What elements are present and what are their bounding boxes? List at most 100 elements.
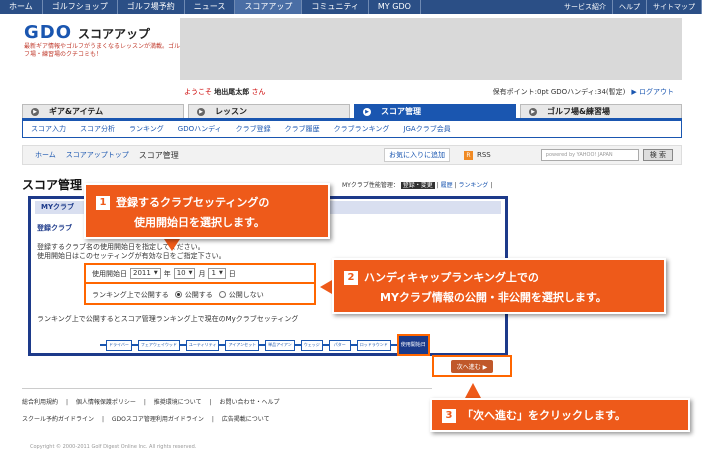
step-iron-set: アイアンセット bbox=[225, 339, 260, 351]
tab-label: ギア&アイテム bbox=[49, 107, 104, 116]
site-tagline: 最新ギア情報やゴルフがうまくなるレッスンが満載。ゴルフ場・練習場のクチコミも！ bbox=[24, 43, 181, 58]
breadcrumb-bar: ホーム スコアアップトップ スコア管理 お気に入りに追加 R RSS powere… bbox=[22, 145, 682, 165]
private-radio[interactable] bbox=[218, 291, 226, 298]
footer-row-2: スクール予約ガイドライン | GDOスコア管理利用ガイドライン | 広告掲載につ… bbox=[22, 414, 432, 423]
footer-privacy[interactable]: 個人情報保護ポリシー bbox=[76, 399, 136, 406]
logout-link[interactable]: ▶ ログアウト bbox=[631, 88, 674, 96]
nav-golf-shop[interactable]: ゴルフショップ bbox=[43, 0, 118, 14]
next-button[interactable]: 次へ進む ▶ bbox=[450, 359, 494, 373]
callout-3-pointer bbox=[465, 383, 481, 398]
footer-school-guide[interactable]: スクール予約ガイドライン bbox=[22, 416, 94, 423]
step-rod-round: ロッドラウンド bbox=[356, 339, 391, 351]
footer-contact[interactable]: お問い合わせ・ヘルプ bbox=[219, 399, 279, 406]
settings-form: 使用開始日 2011 ▼ 年 10 ▼ 月 1 ▼ 日 ランキング上で公開する 公開す… bbox=[84, 263, 316, 305]
callout-1-pointer bbox=[164, 239, 180, 251]
tab-course-range[interactable]: ▶ ゴルフ場&練習場 bbox=[520, 104, 682, 118]
welcome-prefix: ようこそ bbox=[184, 88, 212, 96]
footer-score-guide[interactable]: GDOスコア管理利用ガイドライン bbox=[112, 416, 204, 423]
nav-my-gdo[interactable]: MY GDO bbox=[369, 0, 421, 14]
private-label[interactable]: 公開しない bbox=[229, 290, 264, 300]
step-number-badge: 3 bbox=[442, 409, 456, 423]
register-change-link[interactable]: 登録・変更 bbox=[400, 182, 435, 189]
callout-2-line-2: MYクラブ情報の公開・非公開を選択します。 bbox=[380, 291, 607, 304]
step-number-badge: 2 bbox=[344, 271, 358, 285]
footer-links: 総合利用規約 | 個人情報保護ポリシー | 推奨環境について | お問い合わせ・… bbox=[22, 388, 432, 431]
footer-environment[interactable]: 推奨環境について bbox=[154, 399, 202, 406]
ad-banner[interactable] bbox=[180, 18, 682, 80]
month-value: 10 bbox=[176, 269, 186, 277]
footer-sep: | bbox=[209, 399, 212, 406]
callout-step-2: 2 ハンディキャップランキング上での MYクラブ情報の公開・非公開を選択します。 bbox=[332, 258, 666, 314]
callout-step-1: 1 登録するクラブセッティングの 使用開始日を選択します。 bbox=[84, 183, 330, 239]
public-label[interactable]: 公開する bbox=[185, 290, 213, 300]
breadcrumb-current: スコア管理 bbox=[138, 150, 179, 160]
tab-gear-items[interactable]: ▶ ギア&アイテム bbox=[22, 104, 184, 118]
callout-3-text: 「次へ進む」をクリックします。 bbox=[462, 409, 626, 422]
search-button[interactable]: 検 索 bbox=[642, 149, 673, 161]
day-unit: 日 bbox=[228, 269, 236, 278]
subnav-ranking[interactable]: ランキング bbox=[129, 124, 164, 134]
subnav-club-registration[interactable]: クラブ登録 bbox=[236, 124, 271, 134]
points-handicap: 保有ポイント:0pt GDOハンディ:34(暫定) bbox=[492, 88, 626, 96]
welcome-suffix: さん bbox=[251, 88, 266, 96]
footer-terms[interactable]: 総合利用規約 bbox=[22, 399, 58, 406]
rss-link[interactable]: R RSS bbox=[464, 150, 491, 160]
step-wedge: ウェッジ bbox=[300, 339, 323, 351]
category-tabs: ▶ ギア&アイテム ▶ レッスン ▶ スコア管理 ▶ ゴルフ場&練習場 bbox=[22, 104, 682, 118]
breadcrumb-home[interactable]: ホーム bbox=[35, 150, 56, 160]
tab-score-management[interactable]: ▶ スコア管理 bbox=[354, 104, 516, 118]
subnav-jga-member[interactable]: JGAクラブ会員 bbox=[403, 124, 450, 134]
callout-1-text: 登録するクラブセッティングの bbox=[116, 196, 270, 209]
rss-label: RSS bbox=[477, 151, 491, 159]
user-name: 地出尾太郎 bbox=[214, 88, 250, 96]
tab-lesson[interactable]: ▶ レッスン bbox=[188, 104, 350, 118]
dropdown-arrow-icon: ▼ bbox=[218, 270, 223, 276]
day-value: 1 bbox=[211, 269, 216, 277]
step-start-date: 使用開始日 bbox=[396, 334, 430, 356]
nav-sitemap[interactable]: サイトマップ bbox=[647, 0, 702, 14]
public-radio[interactable] bbox=[174, 291, 182, 298]
subnav-club-ranking[interactable]: クラブランキング bbox=[334, 124, 390, 134]
desc-line-1: 登録するクラブ名の使用開始日を指定してください。 bbox=[37, 243, 205, 251]
panel-description: 登録するクラブ名の使用開始日を指定してください。 使用開始日はこのセッティングが… bbox=[37, 243, 337, 261]
year-value: 2011 bbox=[133, 269, 151, 277]
subnav-score-input[interactable]: スコア入力 bbox=[31, 124, 66, 134]
arrow-bullet-icon: ▶ bbox=[31, 107, 39, 116]
copyright: Copyright © 2000-2011 Golf Digest Online… bbox=[30, 444, 197, 450]
year-unit: 年 bbox=[163, 269, 171, 278]
footer-sep: | bbox=[101, 416, 104, 423]
search-input[interactable]: powered by YAHOO! JAPAN bbox=[540, 149, 639, 161]
breadcrumb-scoreup[interactable]: スコアアップトップ bbox=[66, 150, 129, 160]
rss-icon: R bbox=[464, 150, 473, 160]
publish-label: ランキング上で公開する bbox=[92, 290, 169, 299]
day-select[interactable]: 1 ▼ bbox=[208, 268, 226, 279]
footer-advertising[interactable]: 広告掲載について bbox=[222, 416, 270, 423]
month-select[interactable]: 10 ▼ bbox=[173, 268, 196, 279]
year-select[interactable]: 2011 ▼ bbox=[130, 268, 161, 279]
footer-row-1: 総合利用規約 | 個人情報保護ポリシー | 推奨環境について | お問い合わせ・… bbox=[22, 397, 432, 406]
add-favorite-button[interactable]: お気に入りに追加 bbox=[384, 148, 450, 162]
callout-2-text: ハンディキャップランキング上での bbox=[364, 271, 539, 284]
callout-2-line-1: 2 ハンディキャップランキング上での bbox=[344, 268, 654, 288]
nav-service-intro[interactable]: サービス紹介 bbox=[558, 0, 613, 14]
nav-news[interactable]: ニュース bbox=[185, 0, 236, 14]
callout-2-pointer bbox=[320, 280, 332, 294]
subnav-gdo-handicap[interactable]: GDOハンディ bbox=[178, 124, 222, 134]
footer-sep: | bbox=[211, 416, 214, 423]
subnav-club-history[interactable]: クラブ履歴 bbox=[285, 124, 320, 134]
nav-course-booking[interactable]: ゴルフ場予約 bbox=[118, 0, 185, 14]
nav-help[interactable]: ヘルプ bbox=[613, 0, 647, 14]
callout-1-line-2: 使用開始日を選択します。 bbox=[134, 216, 265, 229]
history-link[interactable]: 履歴 bbox=[441, 182, 453, 189]
step-number-badge: 1 bbox=[96, 196, 110, 210]
tab-label: レッスン bbox=[215, 107, 247, 116]
logo-subtitle: スコアアップ bbox=[78, 27, 151, 41]
subnav-score-analysis[interactable]: スコア分析 bbox=[80, 124, 115, 134]
ranking-link[interactable]: ランキング bbox=[458, 182, 488, 189]
nav-community[interactable]: コミュニティ bbox=[302, 0, 369, 14]
site-logo[interactable]: GDO スコアアップ bbox=[24, 22, 150, 43]
dropdown-arrow-icon: ▼ bbox=[153, 270, 158, 276]
footer-sep: | bbox=[143, 399, 146, 406]
nav-home[interactable]: ホーム bbox=[0, 0, 43, 14]
nav-score-up[interactable]: スコアアップ bbox=[235, 0, 303, 14]
